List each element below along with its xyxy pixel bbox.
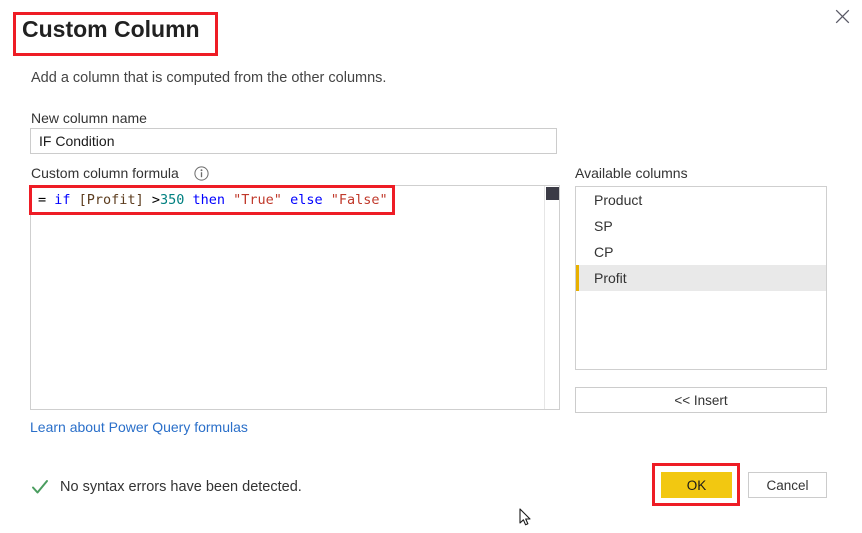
formula-editor[interactable]: = if [Profit] >350 then "True" else "Fal…	[30, 185, 560, 410]
formula-text: = if [Profit] >350 then "True" else "Fal…	[38, 191, 388, 209]
formula-token-12	[323, 192, 331, 208]
formula-token-13: "False"	[330, 192, 388, 208]
learn-power-query-link[interactable]: Learn about Power Query formulas	[30, 419, 248, 435]
mouse-cursor	[519, 508, 533, 533]
new-column-name-label: New column name	[31, 110, 147, 126]
available-columns-list[interactable]: Product SP CP Profit	[575, 186, 827, 370]
formula-token-4: >	[143, 192, 160, 208]
formula-token-6	[184, 192, 192, 208]
new-column-name-input[interactable]	[30, 128, 557, 154]
formula-token-10	[282, 192, 290, 208]
page-title: Custom Column	[22, 16, 200, 42]
info-icon[interactable]	[194, 166, 209, 181]
insert-button[interactable]: << Insert	[575, 387, 827, 413]
check-icon	[31, 478, 49, 496]
formula-token-7: then	[192, 192, 226, 208]
status-message: No syntax errors have been detected.	[60, 479, 302, 495]
formula-token-2	[71, 192, 79, 208]
available-columns-label: Available columns	[575, 165, 688, 181]
column-list-item[interactable]: CP	[576, 239, 826, 265]
column-list-item[interactable]: Profit	[576, 265, 826, 291]
ok-button[interactable]: OK	[661, 472, 732, 498]
formula-token-8	[225, 192, 233, 208]
formula-token-11: else	[290, 192, 323, 208]
close-icon	[835, 9, 850, 24]
column-list-item[interactable]: SP	[576, 213, 826, 239]
column-list-item[interactable]: Product	[576, 187, 826, 213]
formula-token-0: =	[38, 192, 55, 208]
formula-token-5: 350	[159, 192, 185, 208]
dialog-subtitle: Add a column that is computed from the o…	[31, 70, 387, 86]
formula-scrollbar[interactable]	[544, 186, 559, 409]
close-button[interactable]	[826, 2, 858, 30]
text-caret	[392, 189, 393, 206]
cancel-button[interactable]: Cancel	[748, 472, 827, 498]
formula-token-3: [Profit]	[78, 192, 144, 208]
status-row: No syntax errors have been detected.	[31, 478, 302, 496]
formula-scrollbar-thumb[interactable]	[546, 187, 559, 200]
custom-column-formula-label: Custom column formula	[31, 165, 179, 181]
formula-token-9: "True"	[233, 192, 282, 208]
formula-token-1: if	[54, 192, 71, 208]
